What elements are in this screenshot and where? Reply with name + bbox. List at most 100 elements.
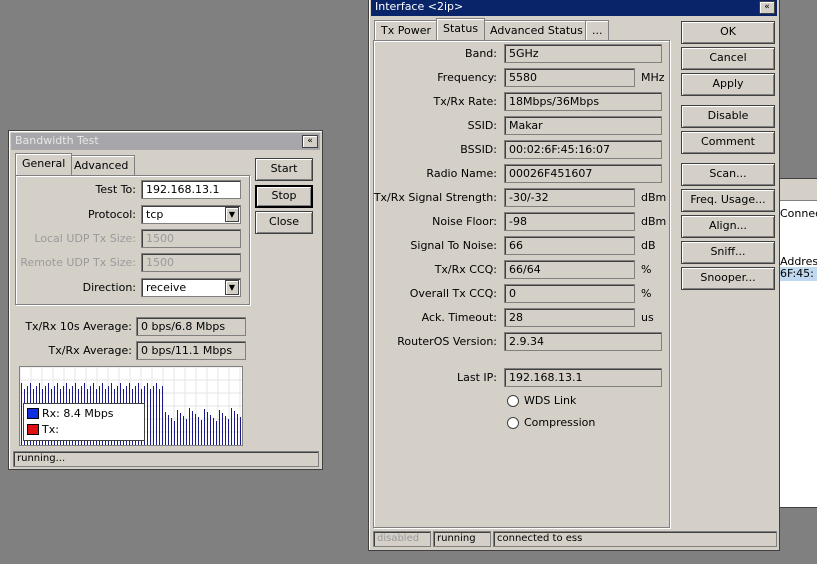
collapse-icon[interactable]: « [302,135,318,148]
graph-bar [147,383,148,445]
wds-link-checkbox[interactable] [507,395,519,407]
stop-button[interactable]: Stop [255,185,313,208]
graph-bar [180,413,181,445]
protocol-value: tcp [146,208,164,221]
apply-button[interactable]: Apply [681,73,775,96]
tab-label: Status [443,22,479,35]
graph-bar [237,414,238,445]
close-button[interactable]: Close [255,211,313,234]
status-disabled: disabled [373,531,431,547]
interface-window: Interface <2ip> « Tx Power Status Advanc… [368,0,780,551]
status-row-value: 5GHz [504,44,662,63]
snooper-button[interactable]: Snooper... [681,267,775,290]
graph-bar [210,415,211,445]
protocol-label: Protocol: [87,208,136,221]
local-udp-label: Local UDP Tx Size: [34,232,136,245]
graph-bar [222,413,223,445]
graph-bar [201,420,202,445]
list-item-mac: 6F:45: [780,267,814,280]
graph-bar [207,412,208,445]
graph-bar [234,411,235,445]
protocol-select[interactable]: tcp ▼ [141,205,241,224]
chevron-down-icon[interactable]: ▼ [225,207,239,222]
graph-bar [183,416,184,445]
align-button[interactable]: Align... [681,215,775,238]
status-row-label: Radio Name: [426,167,497,180]
status-row-label: Tx/Rx CCQ: [434,263,497,276]
status-row-label: Signal To Noise: [410,239,497,252]
tab-advanced-status[interactable]: Advanced Status [483,20,590,40]
window-title: Interface <2ip> [375,0,464,13]
graph-bar [153,386,154,445]
status-bar: running... [13,451,319,467]
tab-more[interactable]: ... [585,20,609,40]
test-to-input[interactable]: 192.168.13.1 [141,180,241,199]
column-header-connect[interactable]: Connect [780,207,817,220]
start-button[interactable]: Start [255,158,313,181]
status-connection: connected to ess [493,531,777,547]
tab-advanced[interactable]: Advanced [67,155,136,175]
avg-label: Tx/Rx Average: [48,344,132,357]
avg10-label: Tx/Rx 10s Average: [25,320,132,333]
tab-label: General [22,157,66,170]
tab-tx-power[interactable]: Tx Power [374,20,438,40]
scan-button[interactable]: Scan... [681,163,775,186]
sniff-button[interactable]: Sniff... [681,241,775,264]
graph-bar [150,389,151,445]
tab-label: ... [592,24,603,37]
graph-bar [177,410,178,445]
freq-usage-button[interactable]: Freq. Usage... [681,189,775,212]
status-row-value: 00:02:6F:45:16:07 [504,140,662,159]
status-row-unit: % [641,263,652,276]
direction-select[interactable]: receive ▼ [141,278,241,297]
compression-checkbox[interactable] [507,417,519,429]
status-row-label: RouterOS Version: [397,335,497,348]
graph-bar [219,410,220,445]
status-row-label: Tx/Rx Rate: [433,95,497,108]
status-row-label: Noise Floor: [432,215,497,228]
status-row-unit: % [641,287,652,300]
comment-button[interactable]: Comment [681,131,775,154]
collapse-icon[interactable]: « [759,1,775,14]
list-item[interactable]: 6F:45: [780,267,817,281]
status-row-value: 18Mbps/36Mbps [504,92,662,111]
direction-label: Direction: [82,281,136,294]
wds-link-label: WDS Link [524,394,577,407]
bandwidth-test-window: Bandwidth Test « General Advanced Test T… [8,130,323,470]
graph-bar [159,389,160,445]
ok-button[interactable]: OK [681,21,775,44]
graph-bar [198,417,199,445]
remote-udp-input: 1500 [141,253,241,272]
graph-bar [231,408,232,445]
tab-status[interactable]: Status [436,18,486,40]
status-row-unit: us [641,311,654,324]
traffic-graph: Rx: 8.4 Mbps Tx: [19,366,243,446]
status-running: running [433,531,491,547]
bandwidth-test-titlebar[interactable]: Bandwidth Test « [11,133,320,150]
status-row-label: Tx/Rx Signal Strength: [373,191,497,204]
tab-label: Advanced Status [490,24,583,37]
graph-bar [21,383,22,445]
compression-label: Compression [524,416,596,429]
graph-bar [213,418,214,445]
graph-bar [165,412,166,445]
graph-bar [195,414,196,445]
graph-bar [186,419,187,445]
tx-legend-label: Tx: [42,423,59,436]
tab-general[interactable]: General [15,153,73,175]
status-row-unit: MHz [641,71,665,84]
status-row-unit: dBm [641,215,667,228]
status-row-value: 0 [504,284,635,303]
graph-bar [225,416,226,445]
disable-button[interactable]: Disable [681,105,775,128]
test-to-label: Test To: [95,183,136,196]
chevron-down-icon[interactable]: ▼ [225,280,239,295]
direction-value: receive [146,281,187,294]
graph-bar [162,386,163,445]
graph-bar [228,419,229,445]
interface-titlebar[interactable]: Interface <2ip> « [371,0,777,16]
cancel-button[interactable]: Cancel [681,47,775,70]
graph-legend: Rx: 8.4 Mbps Tx: [23,403,145,441]
local-udp-input: 1500 [141,229,241,248]
graph-bar [216,421,217,445]
